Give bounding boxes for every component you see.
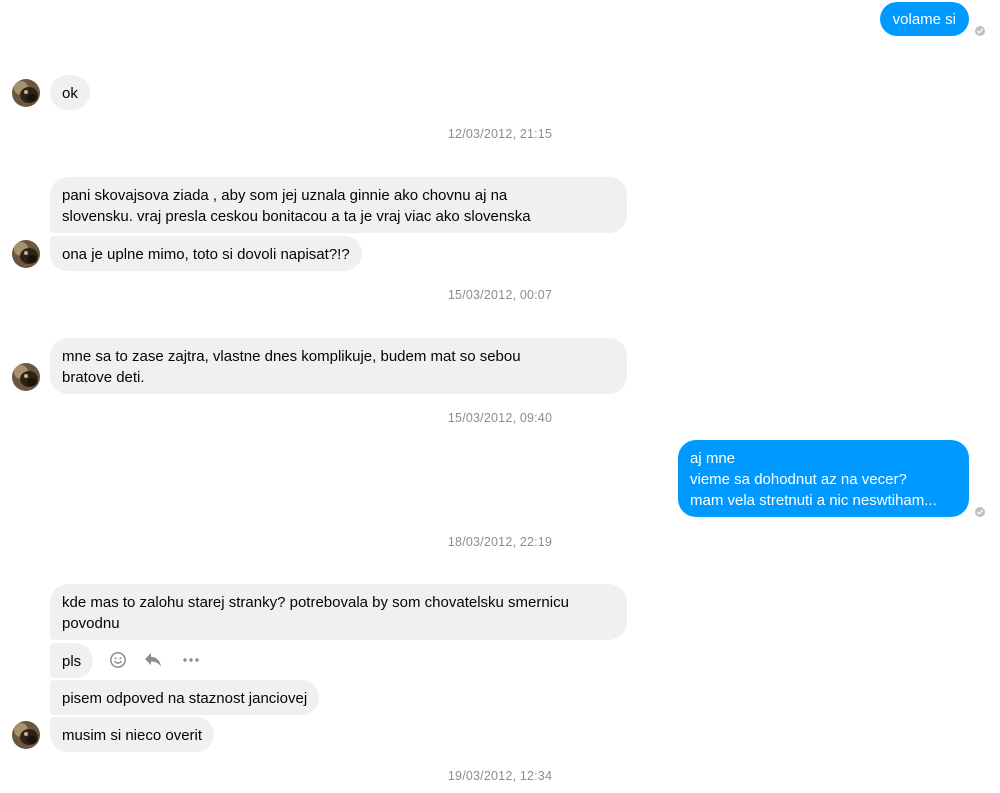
seen-check-icon	[975, 26, 985, 36]
smiley-icon[interactable]	[107, 649, 129, 671]
more-icon[interactable]	[180, 649, 202, 671]
seen-check-icon	[975, 507, 985, 517]
incoming-message[interactable]: ona je uplne mimo, toto si dovoli napisa…	[50, 236, 362, 271]
contact-avatar[interactable]	[12, 363, 40, 391]
incoming-message[interactable]: musim si nieco overit	[50, 717, 215, 752]
incoming-message[interactable]: pani skovajsova ziada , aby som jej uzna…	[50, 177, 627, 233]
incoming-message[interactable]: ok	[50, 75, 90, 110]
reply-icon[interactable]	[142, 649, 164, 671]
incoming-message[interactable]: pls	[50, 643, 94, 678]
outgoing-message[interactable]: volame si	[879, 2, 969, 36]
timestamp: 15/03/2012, 09:40	[447, 411, 553, 425]
contact-avatar[interactable]	[12, 721, 40, 749]
timestamp: 12/03/2012, 21:15	[447, 127, 553, 141]
outgoing-message[interactable]: aj mne vieme sa dohodnut az na vecer? ma…	[678, 440, 969, 517]
incoming-message[interactable]: pisem odpoved na staznost janciovej	[50, 680, 320, 715]
timestamp: 15/03/2012, 00:07	[447, 288, 553, 302]
timestamp: 19/03/2012, 12:34	[447, 769, 553, 783]
contact-avatar[interactable]	[12, 79, 40, 107]
incoming-message[interactable]: kde mas to zalohu starej stranky? potreb…	[50, 584, 627, 640]
chat-thread: volame si ok 12/03/2012, 21:15 pani skov…	[0, 0, 1000, 793]
contact-avatar[interactable]	[12, 240, 40, 268]
timestamp: 18/03/2012, 22:19	[447, 535, 553, 549]
incoming-message[interactable]: mne sa to zase zajtra, vlastne dnes komp…	[50, 338, 627, 394]
